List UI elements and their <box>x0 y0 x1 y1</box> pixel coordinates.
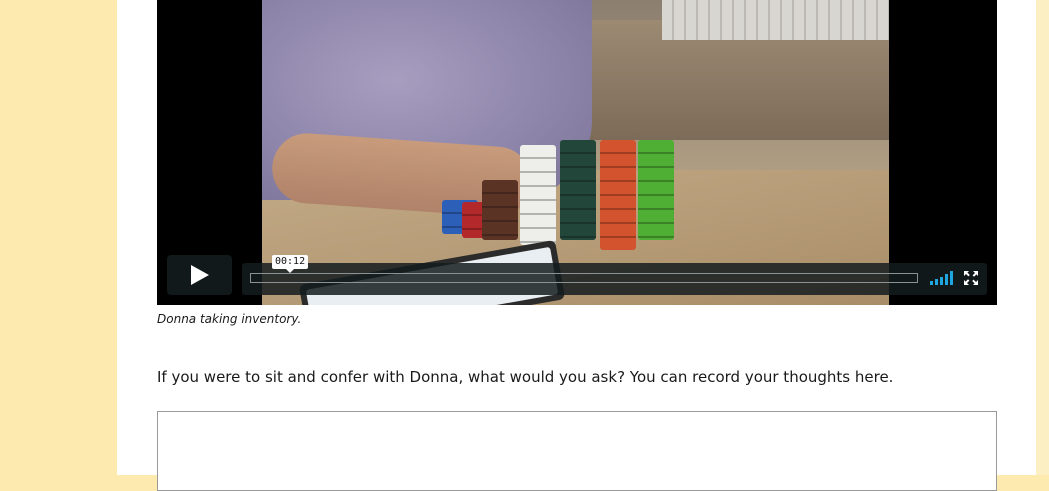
volume-icon[interactable] <box>930 271 956 285</box>
video-scene-cubes <box>442 140 722 260</box>
reflection-answer-field[interactable] <box>157 411 997 491</box>
content-column: 00:12 Donna taking inventory. If you wer… <box>117 0 1036 491</box>
video-control-bar <box>242 263 987 295</box>
video-caption: Donna taking inventory. <box>157 312 302 326</box>
fullscreen-icon[interactable] <box>964 271 978 285</box>
video-scene-keyboard <box>662 0 889 40</box>
seek-bar[interactable] <box>250 273 918 283</box>
play-button[interactable] <box>167 255 232 295</box>
page-background-right <box>1036 0 1049 475</box>
reflection-prompt: If you were to sit and confer with Donna… <box>157 368 894 386</box>
video-player[interactable]: 00:12 <box>157 0 997 305</box>
play-icon <box>191 265 209 285</box>
timecode-tooltip: 00:12 <box>272 255 309 273</box>
